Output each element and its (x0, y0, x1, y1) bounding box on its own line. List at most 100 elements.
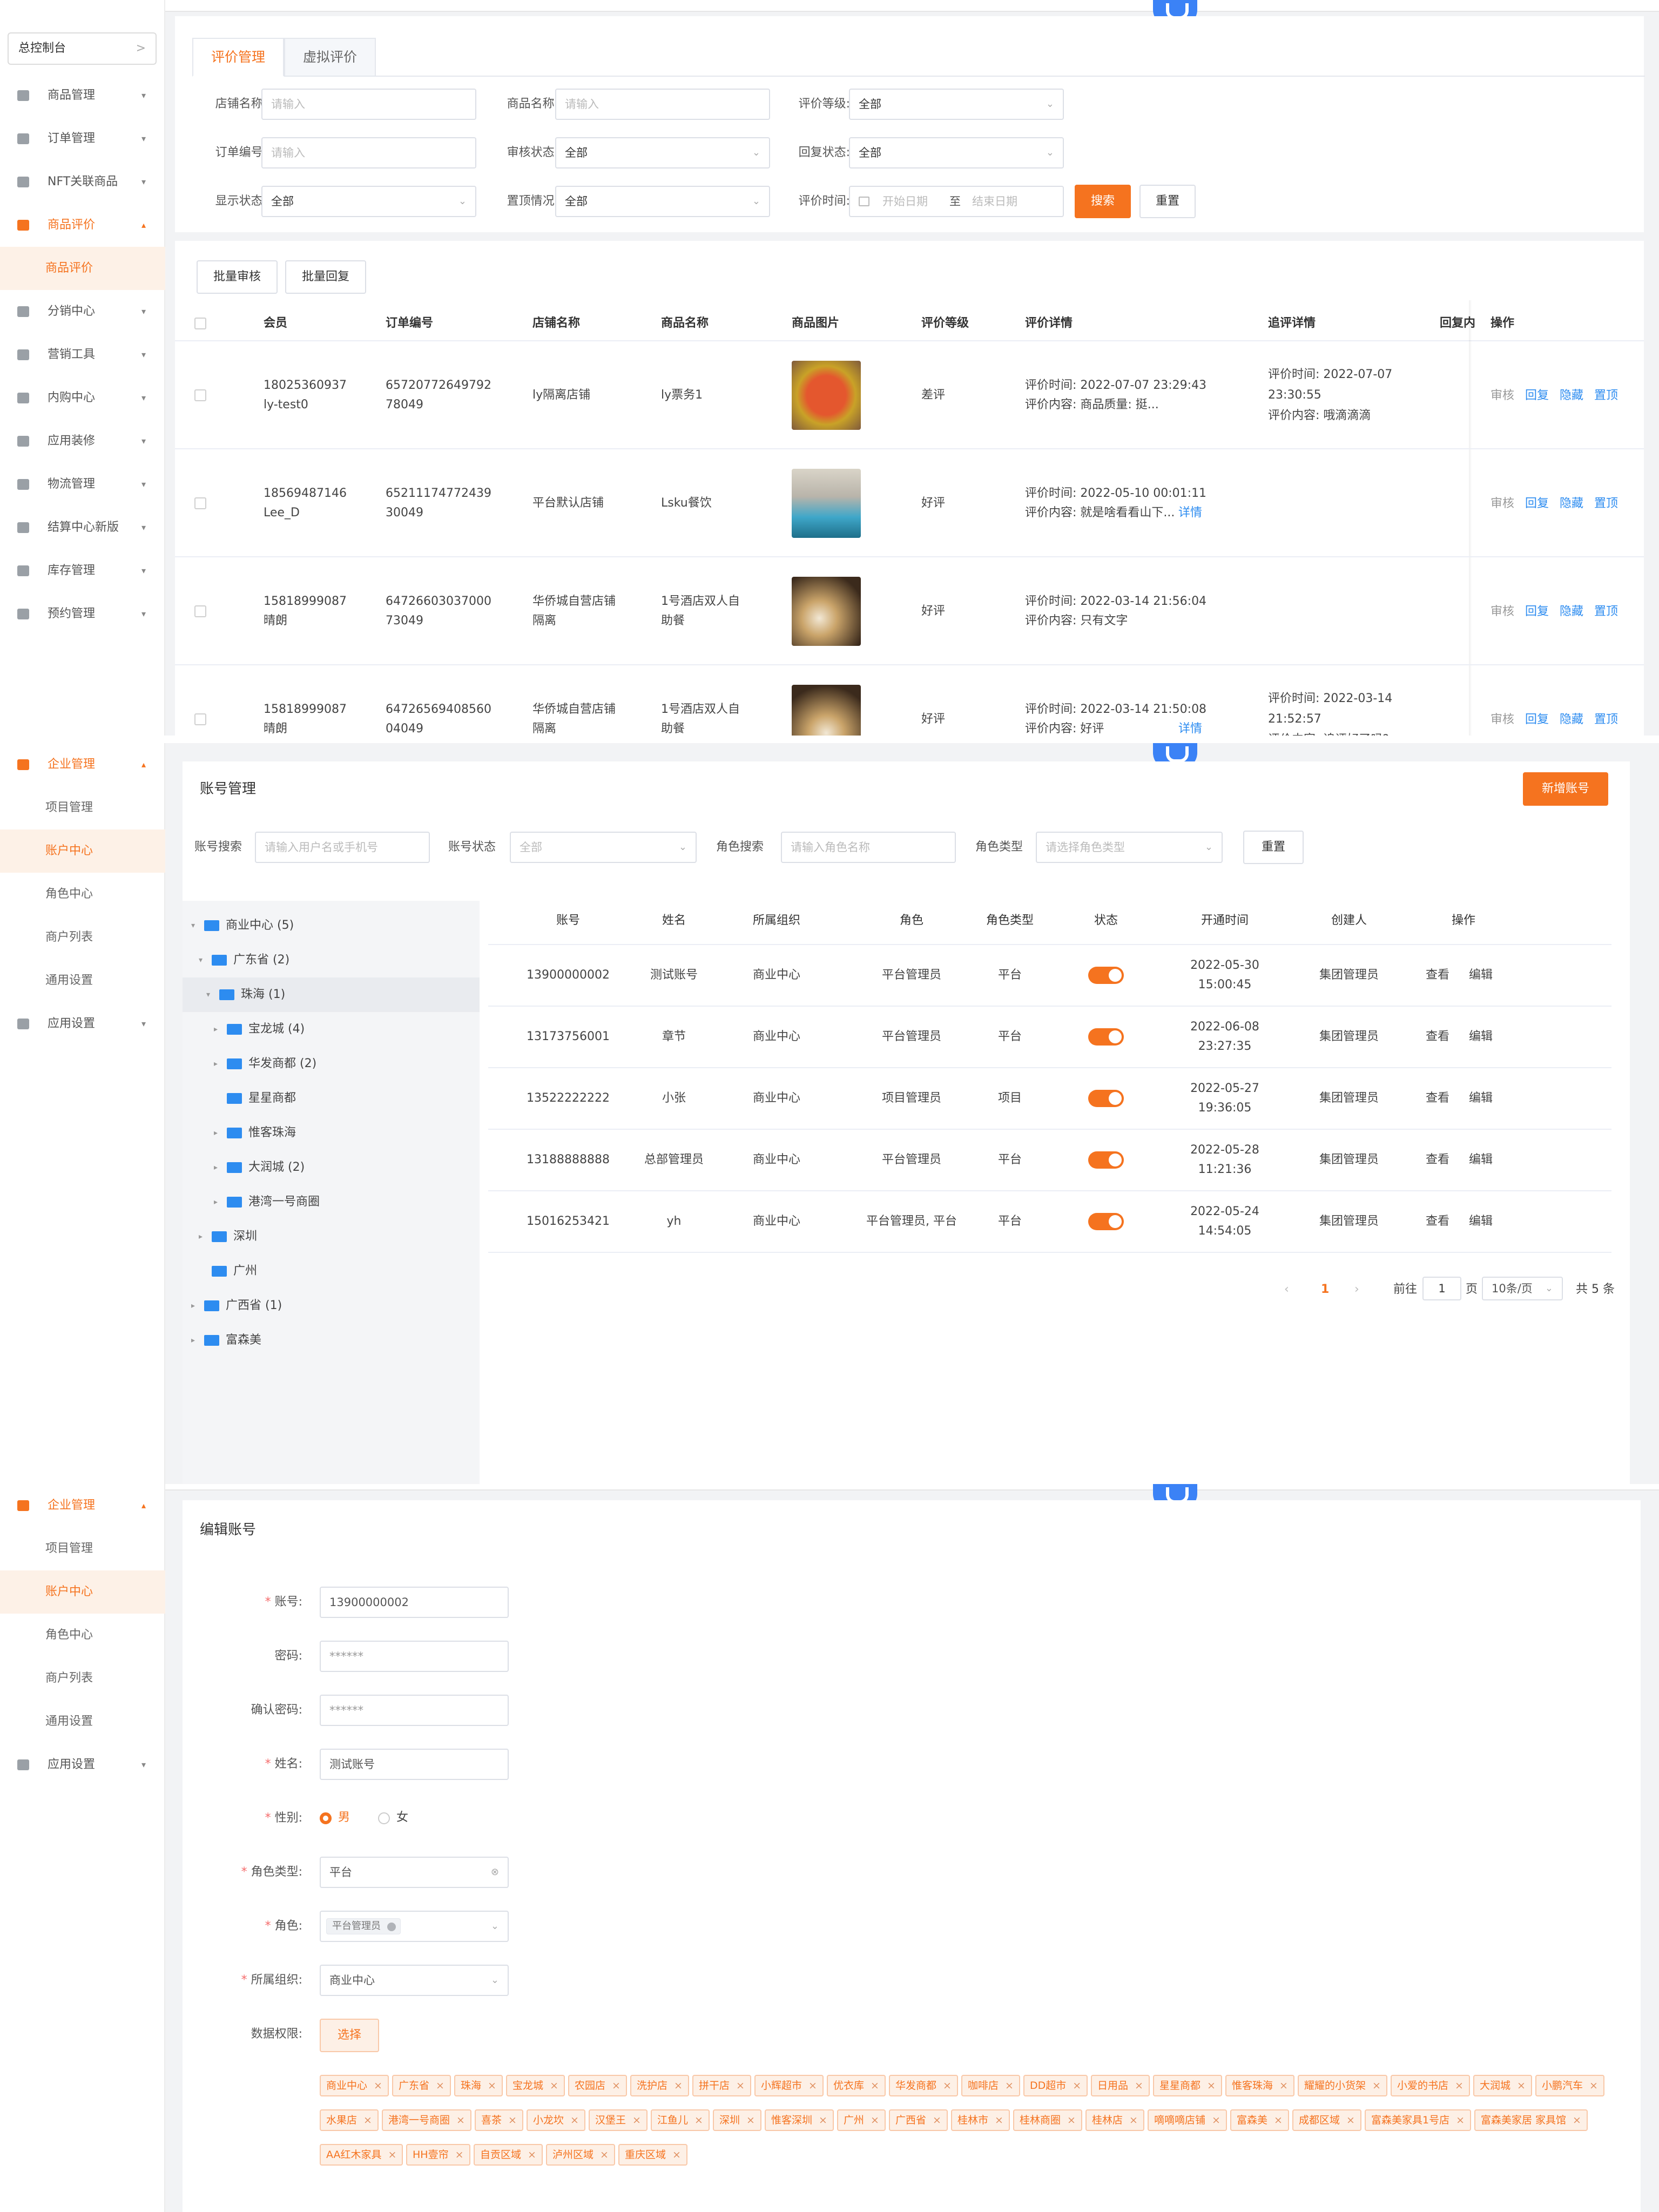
tag-close-icon[interactable]: × (933, 2114, 941, 2126)
sidebar-item[interactable]: 商品管理 ▾ (0, 74, 165, 117)
tag-close-icon[interactable]: × (600, 2149, 609, 2161)
goto-page-input[interactable]: 1 (1422, 1277, 1461, 1300)
tag-close-icon[interactable]: × (1279, 2080, 1288, 2092)
tag-close-icon[interactable]: × (1067, 2114, 1076, 2126)
op-audit-link[interactable]: 审核 (1491, 494, 1514, 511)
batch-audit-button[interactable]: 批量审核 (197, 260, 278, 294)
expand-arrow-icon[interactable]: ▸ (199, 1219, 203, 1254)
tag-close-icon[interactable]: × (1212, 2114, 1220, 2126)
sidebar-item[interactable]: 订单管理 ▾ (0, 117, 165, 160)
row-checkbox[interactable] (194, 713, 206, 725)
account-status-select[interactable]: 全部 ⌄ (510, 832, 697, 863)
op-reply-link[interactable]: 回复 (1525, 494, 1549, 511)
tree-node[interactable]: 星星商都 (183, 1081, 480, 1116)
reset-button[interactable]: 重置 (1243, 831, 1304, 864)
sidebar-item[interactable]: 结算中心新版 ▾ (0, 506, 165, 549)
tree-node[interactable]: ▸ 华发商都 (2) (183, 1047, 480, 1081)
tag-close-icon[interactable]: × (456, 2114, 465, 2126)
op-hide-link[interactable]: 隐藏 (1560, 494, 1583, 511)
tag-close-icon[interactable]: × (871, 2080, 879, 2092)
tag-close-icon[interactable]: × (808, 2080, 817, 2092)
sidebar-sub-item[interactable]: 商户列表 (0, 1657, 165, 1700)
tree-node[interactable]: ▸ 富森美 (183, 1323, 480, 1358)
tag-close-icon[interactable]: × (363, 2114, 372, 2126)
sidebar-item[interactable]: 库存管理 ▾ (0, 549, 165, 592)
tag-close-icon[interactable]: × (528, 2149, 536, 2161)
tree-node[interactable]: ▸ 港湾一号商圈 (183, 1185, 480, 1219)
sidebar-sub-item[interactable]: 通用设置 (0, 1700, 165, 1743)
sidebar-item[interactable]: 应用装修 ▾ (0, 420, 165, 463)
expand-arrow-icon[interactable]: ▸ (214, 1116, 218, 1150)
tag-close-icon[interactable]: × (871, 2114, 879, 2126)
tag-close-icon[interactable]: × (674, 2080, 683, 2092)
sidebar-sub-item[interactable]: 项目管理 (0, 786, 165, 830)
account-input[interactable]: 13900000002 (320, 1587, 509, 1618)
password-input[interactable]: ****** (320, 1641, 509, 1672)
sidebar-item[interactable]: 内购中心 ▾ (0, 376, 165, 420)
role-search-input[interactable]: 请输入角色名称 (781, 832, 956, 863)
tree-node[interactable]: ▸ 深圳 (183, 1219, 480, 1254)
search-button[interactable]: 搜索 (1075, 185, 1131, 218)
row-checkbox[interactable] (194, 389, 206, 401)
op-pin-link[interactable]: 置顶 (1594, 602, 1618, 619)
view-link[interactable]: 查看 (1426, 1212, 1449, 1231)
sidebar-sub-item[interactable]: 项目管理 (0, 1527, 165, 1570)
op-hide-link[interactable]: 隐藏 (1560, 386, 1583, 403)
sidebar-item[interactable]: 企业管理 ▴ (0, 743, 165, 786)
tag-close-icon[interactable]: × (455, 2149, 464, 2161)
tag-close-icon[interactable]: × (1346, 2114, 1355, 2126)
tag-close-icon[interactable]: × (550, 2080, 558, 2092)
tag-close-icon[interactable]: × (1274, 2114, 1283, 2126)
status-toggle[interactable] (1088, 1028, 1124, 1046)
tag-close-icon[interactable]: × (1517, 2080, 1526, 2092)
edit-link[interactable]: 编辑 (1469, 966, 1493, 985)
tag-close-icon[interactable]: × (508, 2114, 517, 2126)
op-hide-link[interactable]: 隐藏 (1560, 710, 1583, 727)
tag-close-icon[interactable]: × (1456, 2114, 1465, 2126)
op-reply-link[interactable]: 回复 (1525, 386, 1549, 403)
tag-close-icon[interactable]: × (1207, 2080, 1216, 2092)
sidebar-item[interactable]: 分销中心 ▾ (0, 290, 165, 333)
date-range-input[interactable]: 开始日期 至结束日期 (849, 186, 1064, 217)
tag-close-icon[interactable]: × (436, 2080, 444, 2092)
review-level-select[interactable]: 全部 ⌄ (849, 89, 1064, 120)
start-date-input[interactable]: 开始日期 (882, 187, 928, 216)
expand-arrow-icon[interactable]: ▸ (191, 1323, 195, 1358)
sidebar-item[interactable]: 应用设置 ▾ (0, 1002, 165, 1046)
tree-node[interactable]: ▾ 广东省 (2) (183, 943, 480, 977)
expand-arrow-icon[interactable]: ▾ (191, 908, 195, 943)
detail-link[interactable]: 详情 (1178, 503, 1202, 523)
edit-link[interactable]: 编辑 (1469, 1150, 1493, 1170)
sidebar-sub-item[interactable]: 商品评价 (0, 247, 165, 290)
sidebar-item[interactable]: 企业管理 ▴ (0, 1484, 165, 1527)
sidebar-sub-item[interactable]: 角色中心 (0, 873, 165, 916)
tag-close-icon[interactable]: × (1372, 2080, 1381, 2092)
console-button[interactable]: 总控制台 > (8, 32, 157, 65)
status-toggle[interactable] (1088, 1213, 1124, 1230)
view-link[interactable]: 查看 (1426, 966, 1449, 985)
add-account-button[interactable]: 新增账号 (1523, 772, 1608, 806)
select-all-checkbox[interactable] (194, 318, 206, 329)
edit-link[interactable]: 编辑 (1469, 1027, 1493, 1047)
sidebar-sub-item[interactable]: 商户列表 (0, 916, 165, 959)
op-pin-link[interactable]: 置顶 (1594, 494, 1618, 511)
female-radio[interactable] (378, 1812, 390, 1824)
op-reply-link[interactable]: 回复 (1525, 710, 1549, 727)
tree-node[interactable]: 广州 (183, 1254, 480, 1289)
tag-close-icon[interactable]: × (374, 2080, 382, 2092)
expand-arrow-icon[interactable]: ▾ (206, 977, 210, 1012)
expand-arrow-icon[interactable]: ▸ (191, 1289, 195, 1323)
sidebar-sub-item[interactable]: 通用设置 (0, 959, 165, 1002)
end-date-input[interactable]: 结束日期 (972, 187, 1017, 216)
sidebar-sub-item[interactable]: 账户中心 (0, 830, 165, 873)
reset-button[interactable]: 重置 (1139, 185, 1196, 218)
sidebar-sub-item[interactable]: 角色中心 (0, 1614, 165, 1657)
page-size-select[interactable]: 10条/页 ⌄ (1482, 1277, 1563, 1300)
tag-close-icon[interactable]: × (694, 2114, 703, 2126)
expand-arrow-icon[interactable]: ▸ (214, 1150, 218, 1185)
tab-virtual-review[interactable]: 虚拟评价 (284, 38, 376, 77)
sidebar-item[interactable]: 物流管理 ▾ (0, 463, 165, 506)
tab-review-management[interactable]: 评价管理 (192, 38, 284, 77)
row-checkbox[interactable] (194, 605, 206, 617)
clear-icon[interactable]: ⊗ (491, 1858, 499, 1887)
